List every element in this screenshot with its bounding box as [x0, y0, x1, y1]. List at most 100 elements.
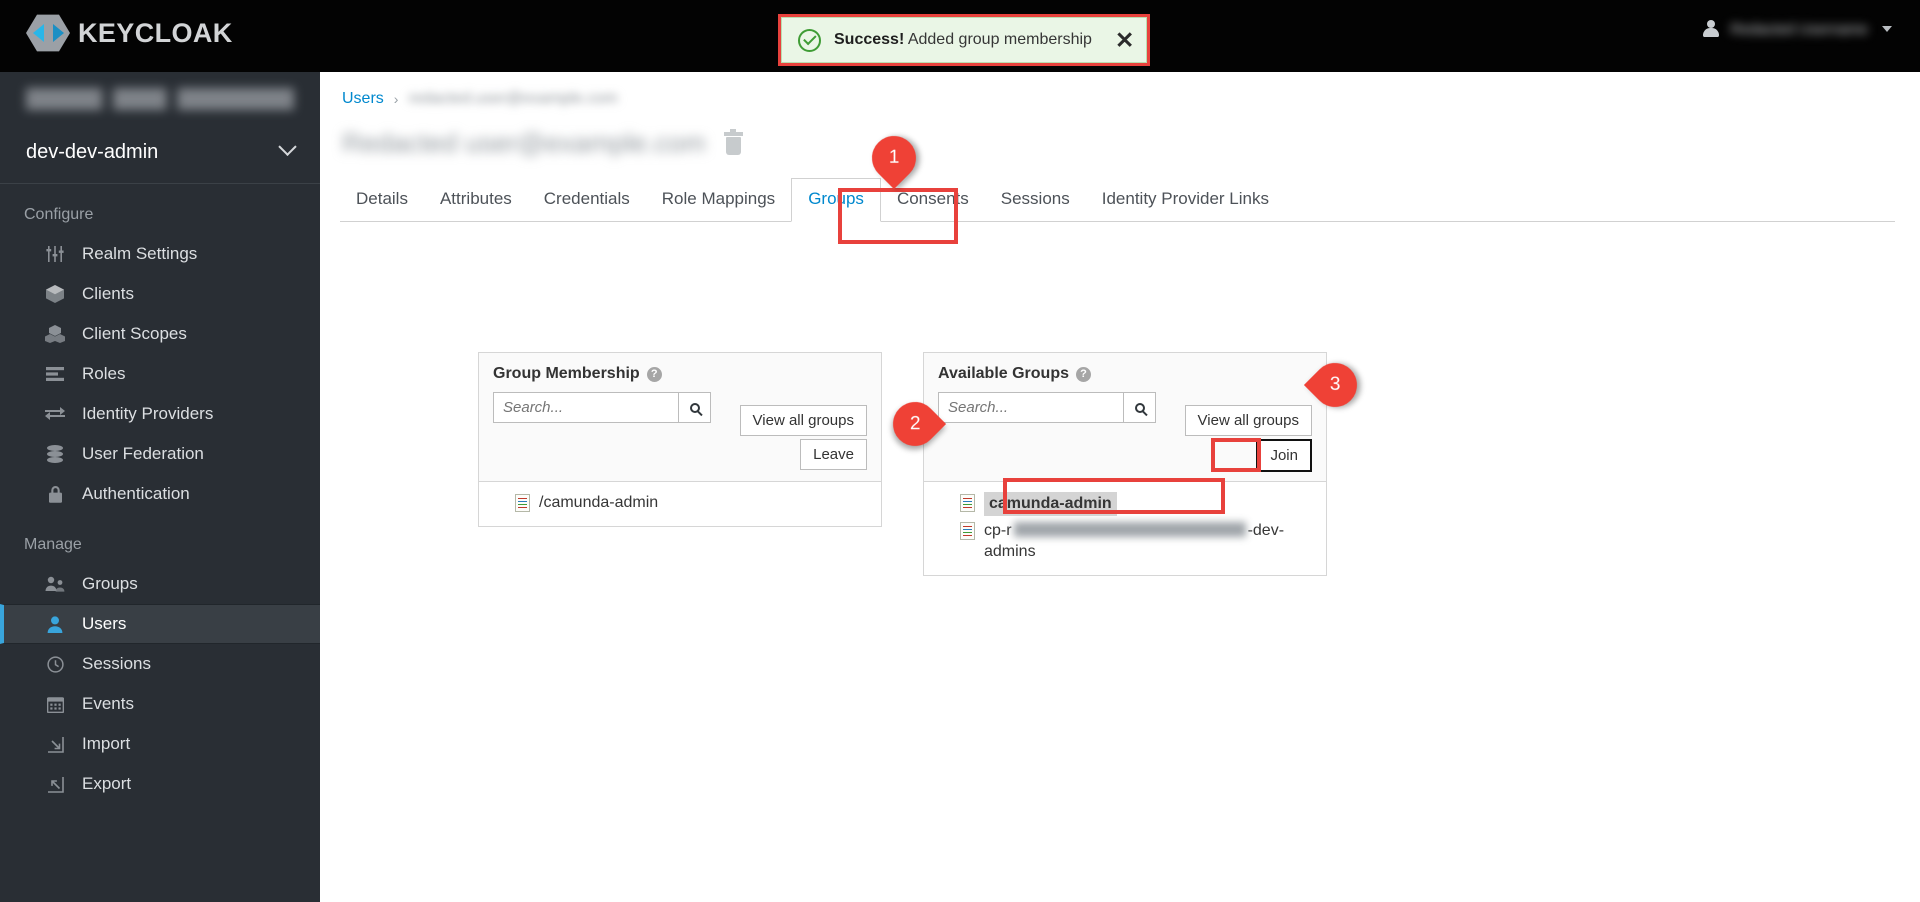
user-avatar-icon: [1702, 20, 1720, 38]
sidebar-item-import[interactable]: Import: [0, 724, 320, 764]
page-title-redacted: Redacted user@example.com: [342, 128, 706, 158]
list-item[interactable]: camunda-admin: [924, 490, 1326, 518]
tab-sessions[interactable]: Sessions: [985, 189, 1086, 221]
main-content: Users › redacted.user@example.com Redact…: [320, 72, 1920, 902]
leave-button[interactable]: Leave: [800, 439, 867, 471]
sidebar-item-label: Groups: [82, 574, 138, 593]
sidebar-item-export[interactable]: Export: [0, 764, 320, 804]
group-membership-title: Group Membership ?: [493, 365, 867, 383]
group-membership-list: /camunda-admin: [479, 481, 881, 526]
available-groups-view-all-button[interactable]: View all groups: [1184, 405, 1312, 437]
chevron-down-icon: [1882, 26, 1892, 32]
available-groups-title-text: Available Groups: [938, 365, 1069, 382]
sidebar-item-label: Realm Settings: [82, 244, 198, 263]
sidebar-item-roles[interactable]: Roles: [0, 354, 320, 394]
redacted-segment: [1013, 521, 1246, 537]
keycloak-logo[interactable]: KEYCLOAK: [26, 13, 233, 53]
sidebar-item-label: Import: [82, 734, 131, 753]
breadcrumb-users-link[interactable]: Users: [342, 90, 384, 108]
sidebar-item-authentication[interactable]: Authentication: [0, 474, 320, 514]
group-membership-item-label: /camunda-admin: [539, 494, 659, 511]
available-groups-title: Available Groups ?: [938, 365, 1312, 383]
callout-pin-1-number: 1: [888, 147, 900, 169]
sidebar-item-label: Users: [82, 614, 127, 633]
keycloak-hex-icon: [26, 13, 70, 53]
success-alert-container: Success! Added group membership ✕: [778, 14, 1150, 66]
group-membership-search-button[interactable]: [678, 392, 711, 423]
sidebar-item-realm-settings[interactable]: Realm Settings: [0, 234, 320, 274]
exchange-icon: [44, 407, 66, 421]
sidebar: dev-dev-admin Configure Realm Settings C…: [0, 72, 320, 902]
user-tabs: Details Attributes Credentials Role Mapp…: [340, 178, 1895, 222]
realm-selector-label: dev-dev-admin: [26, 141, 159, 163]
group-membership-search-row: [493, 392, 711, 423]
search-icon: [1134, 402, 1145, 413]
sidebar-item-client-scopes[interactable]: Client Scopes: [0, 314, 320, 354]
sidebar-item-label: Roles: [82, 364, 126, 383]
tab-details[interactable]: Details: [340, 189, 424, 221]
list-icon: [44, 367, 66, 381]
database-icon: [44, 445, 66, 463]
tab-role-mappings[interactable]: Role Mappings: [646, 189, 791, 221]
group-membership-search-input[interactable]: [493, 392, 679, 423]
search-icon: [689, 402, 700, 413]
tab-credentials[interactable]: Credentials: [528, 189, 646, 221]
available-group-redacted-label: cp-r -dev-admins: [984, 520, 1286, 563]
sidebar-item-label: Sessions: [82, 654, 151, 673]
export-icon: [44, 776, 66, 793]
join-button[interactable]: Join: [1256, 439, 1312, 473]
sidebar-item-users[interactable]: Users: [0, 604, 320, 644]
sidebar-item-clients[interactable]: Clients: [0, 274, 320, 314]
available-groups-search-button[interactable]: [1123, 392, 1156, 423]
callout-pin-3-number: 3: [1329, 374, 1341, 396]
realm-selector[interactable]: dev-dev-admin: [0, 122, 320, 184]
realm-name-redacted: [26, 88, 294, 110]
available-groups-search-input[interactable]: [938, 392, 1124, 423]
available-groups-search-row: [938, 392, 1156, 423]
tab-consents[interactable]: Consents: [881, 189, 985, 221]
trash-icon[interactable]: [723, 129, 743, 155]
sidebar-item-events[interactable]: Events: [0, 684, 320, 724]
tab-identity-provider-links[interactable]: Identity Provider Links: [1086, 189, 1285, 221]
sidebar-item-label: Clients: [82, 284, 134, 303]
sidebar-item-label: Client Scopes: [82, 324, 187, 343]
list-item[interactable]: cp-r -dev-admins: [924, 518, 1326, 565]
group-file-icon: [960, 521, 975, 540]
chevron-down-icon: [278, 137, 297, 157]
sidebar-item-label: Identity Providers: [82, 404, 214, 423]
success-alert-highlight: [778, 14, 1150, 66]
group-membership-panel: Group Membership ? View all groups Leave…: [478, 352, 882, 527]
user-icon: [44, 615, 66, 633]
nav-section-configure-label: Configure: [24, 206, 94, 223]
lock-icon: [44, 485, 66, 503]
question-circle-icon[interactable]: ?: [1076, 366, 1091, 382]
available-group-prefix: cp-r: [984, 521, 1012, 539]
import-icon: [44, 736, 66, 753]
sidebar-item-sessions[interactable]: Sessions: [0, 644, 320, 684]
breadcrumb-current-redacted: redacted.user@example.com: [408, 90, 618, 107]
page-header: Redacted user@example.com: [342, 128, 743, 159]
group-membership-panel-header: Group Membership ? View all groups Leave: [479, 353, 881, 481]
tab-groups[interactable]: Groups: [791, 178, 881, 222]
user-menu[interactable]: Redacted Username: [1702, 20, 1892, 38]
sidebar-item-user-federation[interactable]: User Federation: [0, 434, 320, 474]
list-item[interactable]: /camunda-admin: [479, 490, 881, 516]
callout-pin-2-number: 2: [909, 412, 921, 434]
sidebar-item-identity-providers[interactable]: Identity Providers: [0, 394, 320, 434]
nav-section-manage-label: Manage: [24, 536, 82, 553]
group-membership-view-all-button[interactable]: View all groups: [739, 405, 867, 437]
available-groups-list: camunda-admin cp-r -dev-admins: [924, 481, 1326, 575]
clock-icon: [44, 655, 66, 673]
question-circle-icon[interactable]: ?: [646, 366, 662, 382]
sidebar-item-label: Authentication: [82, 484, 190, 503]
group-file-icon: [515, 494, 530, 512]
brand-name: KEYCLOAK: [78, 17, 233, 48]
group-membership-title-text: Group Membership: [493, 365, 640, 382]
tab-attributes[interactable]: Attributes: [424, 189, 528, 221]
available-groups-panel: Available Groups ? View all groups Join …: [923, 352, 1327, 576]
user-menu-label: Redacted Username: [1730, 20, 1868, 38]
sidebar-item-label: Export: [82, 774, 132, 793]
users-icon: [44, 576, 66, 592]
calendar-icon: [44, 696, 66, 713]
sidebar-item-groups[interactable]: Groups: [0, 564, 320, 604]
